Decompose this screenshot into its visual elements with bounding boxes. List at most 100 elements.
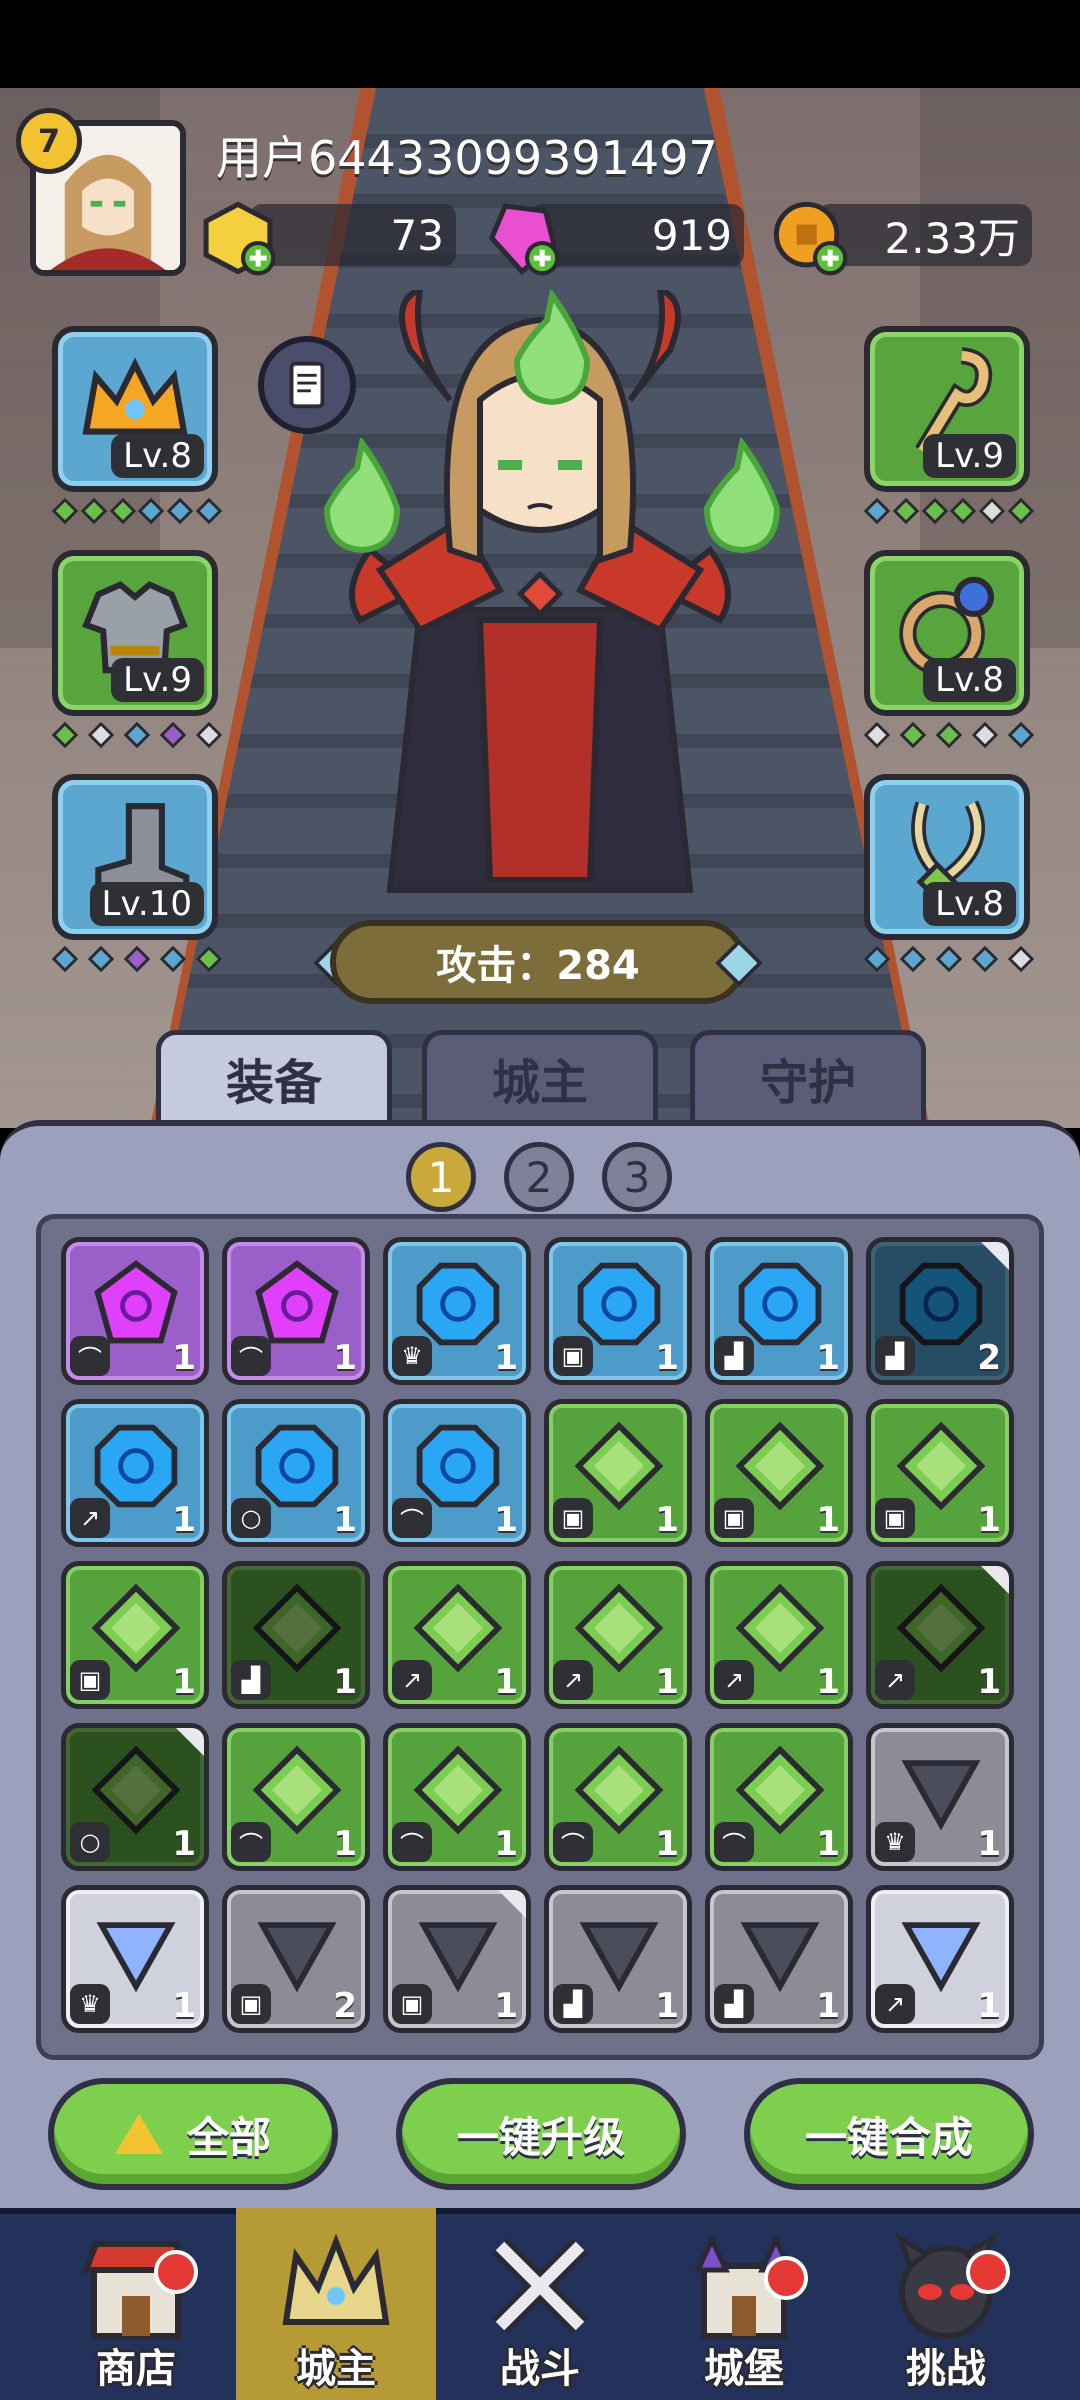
crown-slot-icon: ♛	[392, 1336, 432, 1376]
inventory-cell[interactable]: ↗ 1	[61, 1399, 209, 1547]
page-3-button[interactable]: 3	[602, 1142, 672, 1212]
inventory-cell[interactable]: ▟ 1	[705, 1885, 853, 2033]
castle-notification-dot	[764, 2256, 808, 2300]
inventory-cell[interactable]: ↗ 1	[866, 1561, 1014, 1709]
equip-slot-crown[interactable]: Lv.8	[52, 326, 218, 492]
item-count: 1	[333, 1662, 357, 1702]
armor-slot-icon: ▣	[875, 1498, 915, 1538]
inventory-cell[interactable]: ↗ 1	[383, 1561, 531, 1709]
boots-slot-icon: ▟	[714, 1336, 754, 1376]
merge-all-button[interactable]: 一键合成	[744, 2078, 1034, 2190]
item-count: 1	[655, 1338, 679, 1378]
inventory-cell[interactable]: ▣ 1	[544, 1399, 692, 1547]
inventory-grid: ⌒ 1 ⌒ 1 ♛ 1 ▣ 1 ▟ 1 ▟ 2 ↗ 1 ○ 1 ⌒ 1 ▣ 1 ▣ 1 ▣ 1 ▣ 1 ▟ 1 ↗ 1 ↗ 1 ↗ 1 ↗ 1 ○ 1 ⌒ 1…	[36, 1214, 1044, 2060]
page-1-button[interactable]: 1	[406, 1142, 476, 1212]
equip-level: Lv.9	[111, 658, 204, 702]
bow-slot-icon: ⌒	[553, 1822, 593, 1862]
upgrade-all-button[interactable]: 一键升级	[396, 2078, 686, 2190]
item-count: 1	[977, 1662, 1001, 1702]
nav-castle[interactable]: 城堡	[644, 2208, 844, 2400]
nav-shop[interactable]: 商店	[36, 2208, 236, 2400]
inventory-cell[interactable]: ⌒ 1	[222, 1723, 370, 1871]
ring-quality-dots	[863, 721, 1035, 752]
inventory-cell[interactable]: ↗ 1	[544, 1561, 692, 1709]
nav-shop-label: 商店	[96, 2346, 176, 2392]
inventory-cell[interactable]: ⌒ 1	[544, 1723, 692, 1871]
nav-challenge[interactable]: 挑战	[846, 2208, 1046, 2400]
inventory-cell[interactable]: ⌒ 1	[383, 1723, 531, 1871]
equip-slot-necklace[interactable]: Lv.8	[864, 774, 1030, 940]
item-count: 1	[655, 1662, 679, 1702]
item-count: 1	[172, 1986, 196, 2026]
equip-slot-armor[interactable]: Lv.9	[52, 550, 218, 716]
crown-slot-icon: ♛	[875, 1822, 915, 1862]
nav-lord-label: 城主	[296, 2346, 376, 2392]
item-count: 1	[977, 1824, 1001, 1864]
inventory-cell[interactable]: ⌒ 1	[61, 1237, 209, 1385]
inventory-cell[interactable]: ▣ 1	[544, 1237, 692, 1385]
inventory-cell[interactable]: ▣ 1	[383, 1885, 531, 2033]
inventory-cell[interactable]: ▟ 1	[222, 1561, 370, 1709]
inventory-cell[interactable]: ▟ 1	[544, 1885, 692, 2033]
gold-cube-add-icon[interactable]	[196, 196, 280, 280]
inventory-cell[interactable]: ▣ 1	[61, 1561, 209, 1709]
boots-quality-dots	[51, 945, 223, 976]
nav-battle[interactable]: 战斗	[440, 2208, 640, 2400]
inventory-cell[interactable]: ▟ 1	[705, 1237, 853, 1385]
bow-slot-icon: ⌒	[231, 1822, 271, 1862]
staff-slot-icon: ↗	[714, 1660, 754, 1700]
new-marker	[981, 1566, 1009, 1594]
triangle-icon	[114, 2114, 163, 2154]
inventory-cell[interactable]: ♛ 1	[61, 1885, 209, 2033]
crown-quality-dots	[51, 497, 223, 528]
inventory-cell[interactable]: ⌒ 1	[705, 1723, 853, 1871]
nav-battle-label: 战斗	[500, 2346, 580, 2392]
inventory-cell[interactable]: ▣ 1	[866, 1399, 1014, 1547]
item-count: 1	[494, 1338, 518, 1378]
item-count: 1	[655, 1824, 679, 1864]
inventory-cell[interactable]: ▣ 1	[705, 1399, 853, 1547]
equip-level: Lv.9	[923, 434, 1016, 478]
inventory-cell[interactable]: ○ 1	[61, 1723, 209, 1871]
armor-slot-icon: ▣	[392, 1984, 432, 2024]
boots-slot-icon: ▟	[553, 1984, 593, 2024]
bow-slot-icon: ⌒	[231, 1336, 271, 1376]
filter-all-button[interactable]: 全部	[48, 2078, 338, 2190]
equip-slot-staff[interactable]: Lv.9	[864, 326, 1030, 492]
equip-level: Lv.8	[923, 658, 1016, 702]
pink-gem-add-icon[interactable]	[480, 196, 564, 280]
inventory-cell[interactable]: ♛ 1	[383, 1237, 531, 1385]
inventory-cell[interactable]: ↗ 1	[705, 1561, 853, 1709]
inventory-cell[interactable]: ⌒ 1	[222, 1237, 370, 1385]
crown-nav-icon	[282, 2233, 390, 2325]
shop-notification-dot	[154, 2250, 198, 2294]
inventory-cell[interactable]: ○ 1	[222, 1399, 370, 1547]
bow-slot-icon: ⌒	[70, 1336, 110, 1376]
coin-add-icon[interactable]	[768, 196, 852, 280]
ring-slot-icon: ○	[231, 1498, 271, 1538]
inventory-cell[interactable]: ♛ 1	[866, 1723, 1014, 1871]
inventory-cell[interactable]: ▟ 2	[866, 1237, 1014, 1385]
page-2-button[interactable]: 2	[504, 1142, 574, 1212]
item-count: 1	[494, 1500, 518, 1540]
inventory-cell[interactable]: ▣ 2	[222, 1885, 370, 2033]
nav-lord[interactable]: 城主	[236, 2208, 436, 2400]
armor-slot-icon: ▣	[70, 1660, 110, 1700]
necklace-quality-dots	[863, 945, 1035, 976]
armor-slot-icon: ▣	[553, 1336, 593, 1376]
item-count: 2	[977, 1338, 1001, 1378]
filter-all-label: 全部	[186, 2112, 271, 2162]
equip-slot-boots[interactable]: Lv.10	[52, 774, 218, 940]
bow-slot-icon: ⌒	[392, 1822, 432, 1862]
staff-slot-icon: ↗	[553, 1660, 593, 1700]
item-count: 1	[494, 1824, 518, 1864]
crossed-swords-icon	[492, 2238, 588, 2334]
equip-level: Lv.8	[111, 434, 204, 478]
challenge-notification-dot	[966, 2250, 1010, 2294]
item-count: 1	[333, 1500, 357, 1540]
equip-slot-ring[interactable]: Lv.8	[864, 550, 1030, 716]
inventory-cell[interactable]: ⌒ 1	[383, 1399, 531, 1547]
inventory-cell[interactable]: ↗ 1	[866, 1885, 1014, 2033]
green-flame-icon	[703, 438, 781, 554]
crown-slot-icon: ♛	[70, 1984, 110, 2024]
